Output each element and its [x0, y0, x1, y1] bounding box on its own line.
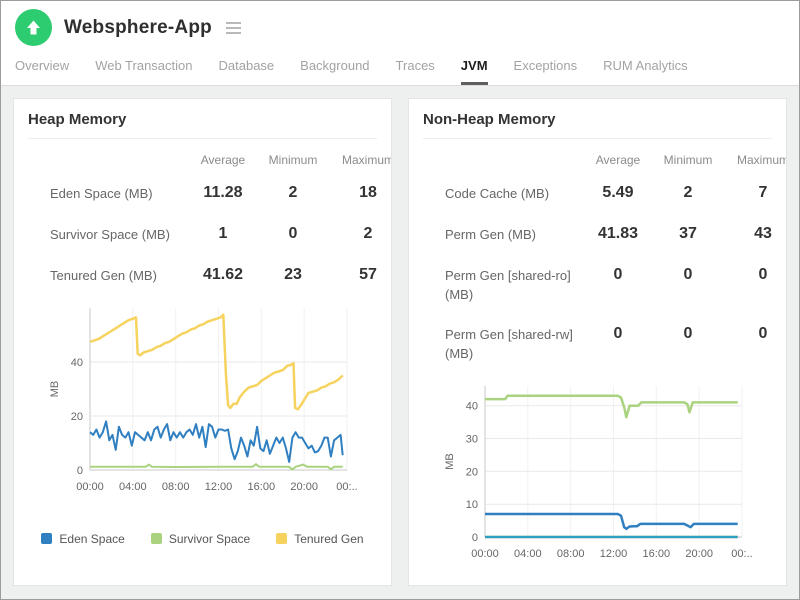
jvm-dashboard: Heap Memory Average Minimum Maximum Eden Sp…: [1, 86, 799, 586]
svg-text:40: 40: [71, 357, 83, 369]
svg-text:08:00: 08:00: [162, 481, 190, 493]
column-header: Average: [200, 153, 246, 167]
svg-text:20:00: 20:00: [290, 481, 318, 493]
svg-text:08:00: 08:00: [557, 548, 585, 560]
legend-swatch: [150, 533, 162, 545]
metric-value: 0: [288, 224, 298, 242]
legend-item-eden-space[interactable]: Eden Space: [41, 531, 125, 546]
tab-background[interactable]: Background: [300, 58, 369, 85]
tab-jvm[interactable]: JVM: [460, 58, 488, 85]
svg-text:20:00: 20:00: [685, 548, 713, 560]
svg-text:30: 30: [466, 434, 478, 446]
svg-text:16:00: 16:00: [248, 481, 276, 493]
app-header: Websphere-App: [1, 1, 799, 48]
metric-value: 2: [363, 224, 373, 242]
metric-value: 41.83: [597, 224, 639, 242]
tab-rum-analytics[interactable]: RUM Analytics: [603, 58, 688, 85]
svg-text:0: 0: [472, 532, 478, 544]
metric-label-header: [423, 147, 583, 171]
tab-traces[interactable]: Traces: [396, 58, 435, 85]
metric-value: 11.28: [203, 184, 243, 201]
app-title: Websphere-App: [64, 16, 212, 38]
tab-web-transaction[interactable]: Web Transaction: [95, 58, 192, 85]
legend-item-tenured-gen[interactable]: Tenured Gen: [276, 531, 364, 546]
divider: [423, 138, 772, 139]
app-status-up-icon: [15, 9, 52, 46]
metric-value: 0: [758, 265, 768, 283]
panel-title: Heap Memory: [28, 111, 127, 128]
svg-text:00:..: 00:..: [336, 481, 357, 493]
heap-memory-panel: Heap Memory Average Minimum Maximum Eden Sp…: [13, 98, 392, 586]
legend-item-survivor-space[interactable]: Survivor Space: [150, 531, 251, 546]
metric-label: Perm Gen [shared-ro] (MB): [445, 267, 571, 302]
tab-database[interactable]: Database: [219, 58, 275, 85]
non-heap-memory-chart: 00:00 04:00 08:00 12:00 16:00 20:00 00:.. 0 10 20…: [444, 386, 753, 560]
svg-text:00:..: 00:..: [731, 548, 752, 560]
heap-memory-table: Average Minimum Maximum Eden Space (MB) 11.2…: [28, 147, 392, 294]
tab-overview[interactable]: Overview: [15, 58, 69, 85]
hamburger-menu-icon[interactable]: [225, 21, 241, 34]
divider: [28, 138, 377, 139]
metric-value: 37: [679, 224, 697, 242]
metric-value: 23: [284, 265, 302, 283]
legend-label: Survivor Space: [168, 531, 251, 546]
svg-text:12:00: 12:00: [205, 481, 233, 493]
metric-value: 5.49: [602, 184, 634, 201]
column-header: Minimum: [268, 153, 318, 167]
svg-text:12:00: 12:00: [600, 548, 628, 560]
metric-value: 7: [758, 184, 768, 201]
metric-value: 1: [218, 224, 228, 242]
legend-swatch: [41, 533, 53, 545]
heap-memory-legend: Eden Space Survivor Space Tenured Gen: [28, 532, 377, 546]
metric-value: 0: [758, 325, 768, 343]
metric-value: 0: [613, 325, 623, 343]
legend-swatch: [276, 533, 288, 545]
svg-text:0: 0: [77, 465, 83, 477]
svg-text:00:00: 00:00: [76, 481, 104, 493]
svg-text:20: 20: [466, 466, 478, 478]
app-window: Websphere-App Overview Web Transaction Dat…: [0, 0, 800, 600]
legend-label: Tenured Gen: [294, 531, 364, 546]
svg-text:40: 40: [466, 401, 478, 413]
metric-value: 0: [613, 265, 623, 283]
metric-value: 0: [683, 325, 693, 343]
heap-memory-chart: 00:00 04:00 08:00 12:00 16:00 20:00 00:.. 0 20 40…: [49, 307, 358, 493]
metric-value: 18: [359, 184, 377, 201]
svg-text:04:00: 04:00: [514, 548, 542, 560]
non-heap-memory-table: Average Minimum Maximum Code Cache (MB) 5.49…: [423, 147, 787, 372]
metric-label: Code Cache (MB): [445, 186, 550, 201]
metric-label: Perm Gen (MB): [445, 226, 537, 242]
metric-label: Perm Gen [shared-rw] (MB): [445, 327, 573, 362]
column-header: Maximum: [736, 153, 787, 167]
column-header: Maximum: [341, 153, 392, 167]
svg-text:MB: MB: [444, 453, 456, 470]
svg-text:10: 10: [466, 499, 478, 511]
column-header: Average: [595, 153, 641, 167]
metric-value: 41.62: [202, 265, 244, 283]
svg-text:16:00: 16:00: [643, 548, 671, 560]
metric-value: 57: [359, 265, 377, 283]
column-header: Minimum: [663, 153, 713, 167]
svg-text:00:00: 00:00: [471, 548, 499, 560]
tab-exceptions[interactable]: Exceptions: [514, 58, 578, 85]
svg-text:20: 20: [71, 411, 83, 423]
metric-value: 43: [754, 224, 772, 242]
up-arrow-icon: [27, 20, 40, 35]
metric-label: Survivor Space (MB): [50, 226, 170, 242]
svg-text:04:00: 04:00: [119, 481, 147, 493]
tab-bar: Overview Web Transaction Database Backgroun…: [1, 48, 799, 86]
metric-value: 2: [288, 184, 298, 201]
metric-value: 0: [683, 265, 693, 283]
legend-label: Eden Space: [59, 531, 125, 546]
metric-label-header: [28, 147, 188, 171]
panel-title: Non-Heap Memory: [423, 111, 556, 128]
svg-text:MB: MB: [49, 380, 61, 397]
metric-label: Eden Space (MB): [50, 186, 153, 201]
non-heap-memory-panel: Non-Heap Memory Average Minimum Maximum Cod…: [408, 98, 787, 586]
metric-value: 2: [683, 184, 693, 201]
metric-label: Tenured Gen (MB): [50, 267, 157, 283]
